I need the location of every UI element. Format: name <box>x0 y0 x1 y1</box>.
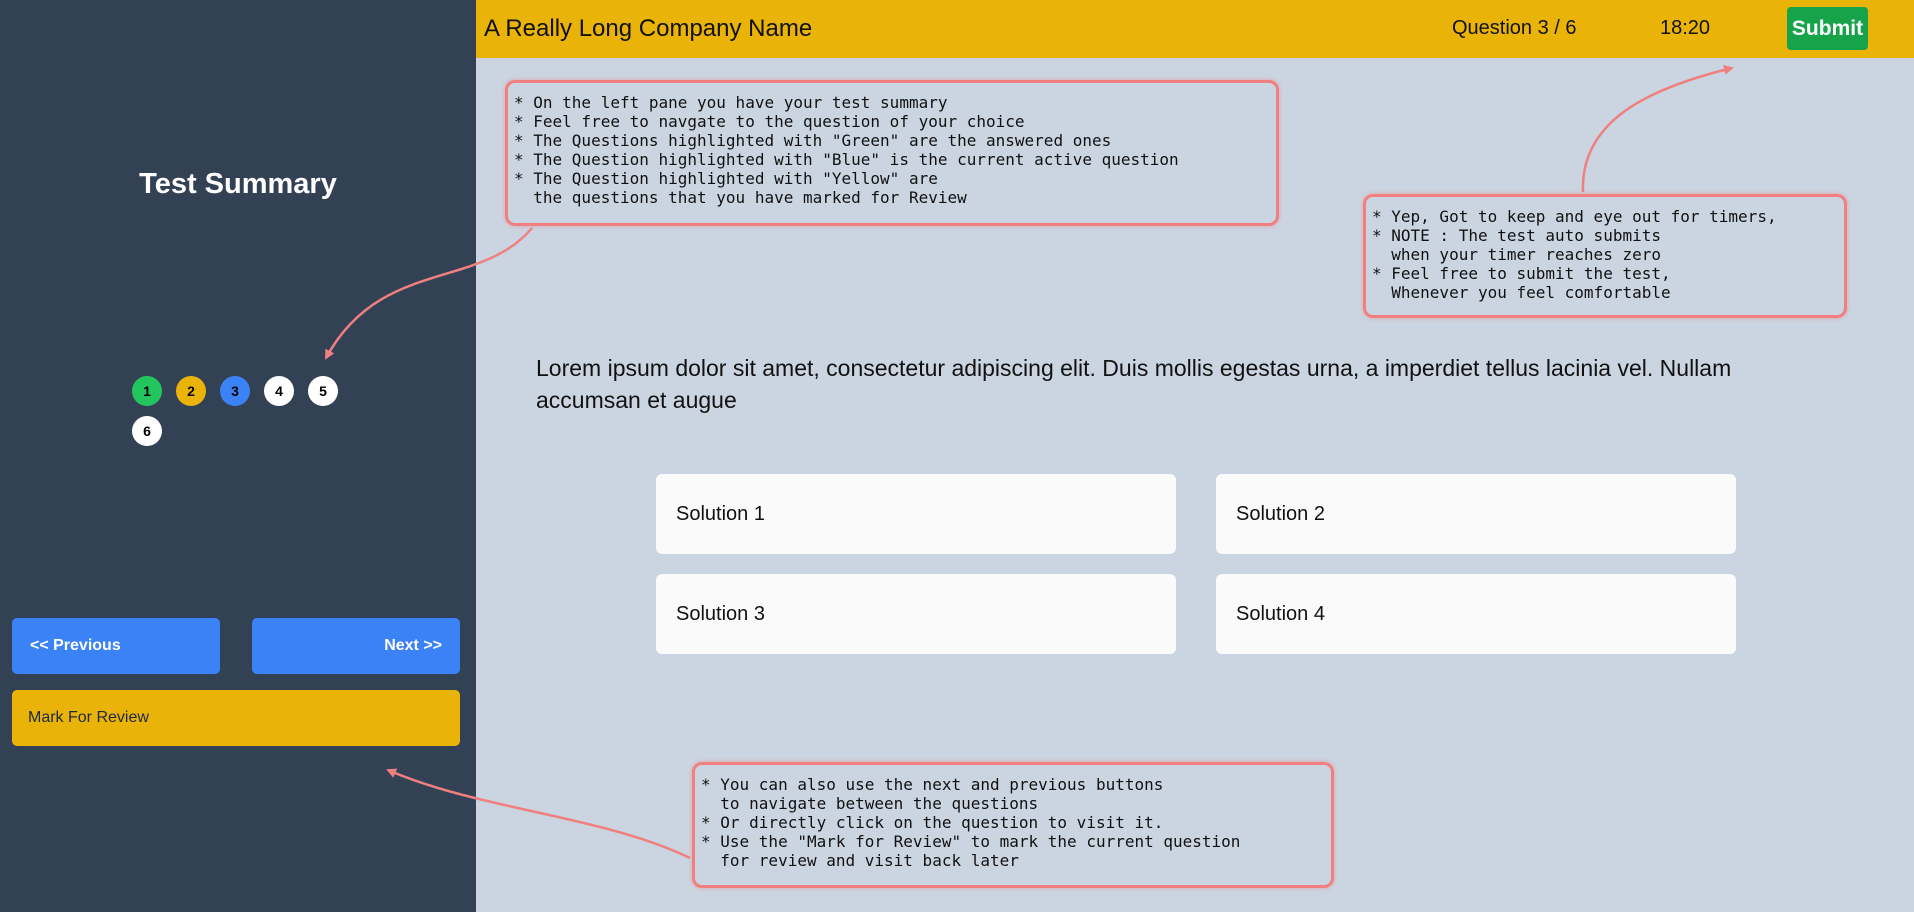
question-counter: Question 3 / 6 <box>1452 17 1577 39</box>
company-name: A Really Long Company Name <box>484 15 813 42</box>
next-button[interactable]: Next >> <box>252 618 460 674</box>
summary-help-note: * On the left pane you have your test su… <box>505 80 1279 226</box>
solution-option-2[interactable]: Solution 2 <box>1216 474 1736 554</box>
solution-option-4[interactable]: Solution 4 <box>1216 574 1736 654</box>
test-summary-title: Test Summary <box>139 168 337 200</box>
solution-option-1[interactable]: Solution 1 <box>656 474 1176 554</box>
arrow-to-submit-button <box>1581 65 1734 193</box>
top-header: A Really Long Company Name Question 3 / … <box>476 0 1914 58</box>
question-navigator: 1 2 3 4 5 6 <box>132 376 352 446</box>
countdown-timer: 18:20 <box>1660 17 1711 39</box>
question-nav-5[interactable]: 5 <box>308 376 338 406</box>
submit-button[interactable]: Submit <box>1787 7 1868 50</box>
question-nav-1[interactable]: 1 <box>132 376 162 406</box>
question-nav-3[interactable]: 3 <box>220 376 250 406</box>
mark-for-review-button[interactable]: Mark For Review <box>12 690 460 746</box>
previous-button[interactable]: << Previous <box>12 618 220 674</box>
solution-option-3[interactable]: Solution 3 <box>656 574 1176 654</box>
question-text: Lorem ipsum dolor sit amet, consectetur … <box>536 355 1732 413</box>
navigation-help-note: * You can also use the next and previous… <box>692 762 1334 888</box>
question-nav-2[interactable]: 2 <box>176 376 206 406</box>
timer-help-note: * Yep, Got to keep and eye out for timer… <box>1363 194 1847 318</box>
test-summary-sidebar: Test Summary 1 2 3 4 5 6 << Previous Nex… <box>0 0 476 912</box>
question-nav-6[interactable]: 6 <box>132 416 162 446</box>
question-nav-4[interactable]: 4 <box>264 376 294 406</box>
